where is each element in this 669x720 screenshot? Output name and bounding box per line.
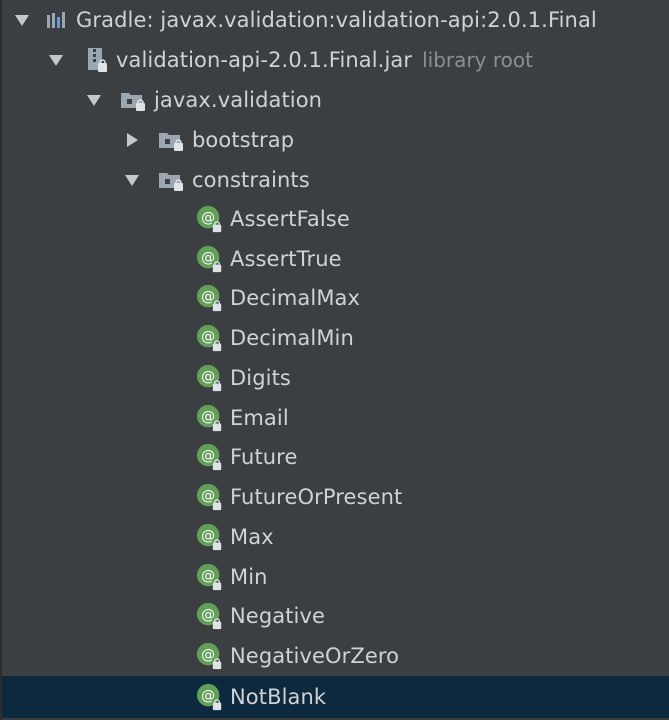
tree-node-label: Negative bbox=[230, 604, 326, 628]
tree-node-label: Digits bbox=[230, 366, 291, 390]
tree-node-annotation[interactable]: @ NegativeOrZero bbox=[2, 636, 669, 676]
annotation-icon: @ bbox=[196, 523, 224, 551]
annotation-icon: @ bbox=[196, 563, 224, 591]
tree-node-annotation[interactable]: @ Max bbox=[2, 517, 669, 557]
tree-node-gradle-library[interactable]: Gradle: javax.validation:validation-api:… bbox=[2, 0, 669, 40]
tree-node-annotation[interactable]: @ Digits bbox=[2, 358, 669, 398]
svg-text:@: @ bbox=[201, 329, 215, 345]
tree-node-annotation[interactable]: @ Future bbox=[2, 437, 669, 477]
svg-text:@: @ bbox=[201, 488, 215, 504]
svg-text:@: @ bbox=[201, 289, 215, 305]
tree-node-label: Min bbox=[230, 565, 268, 589]
tree-node-package-constraints[interactable]: constraints bbox=[2, 160, 669, 200]
tree-node-label: Future bbox=[230, 445, 298, 469]
svg-text:@: @ bbox=[201, 528, 215, 544]
expand-arrow-icon[interactable] bbox=[46, 50, 66, 70]
tree-node-label: Email bbox=[230, 406, 289, 430]
tree-node-annotation[interactable]: @ AssertFalse bbox=[2, 199, 669, 239]
svg-text:@: @ bbox=[201, 568, 215, 584]
annotation-icon: @ bbox=[196, 364, 224, 392]
annotation-icon: @ bbox=[196, 602, 224, 630]
tree-node-annotation-selected[interactable]: @ NotBlank bbox=[2, 676, 669, 718]
annotation-icon: @ bbox=[196, 483, 224, 511]
library-root-hint: library root bbox=[422, 48, 533, 72]
expand-arrow-icon[interactable] bbox=[122, 170, 142, 190]
package-icon bbox=[158, 126, 186, 154]
svg-text:@: @ bbox=[201, 210, 215, 226]
tree-node-annotation[interactable]: @ Negative bbox=[2, 596, 669, 636]
tree-node-package-bootstrap[interactable]: bootstrap bbox=[2, 120, 669, 160]
tree-node-annotation[interactable]: @ FutureOrPresent bbox=[2, 477, 669, 517]
tree-node-jar[interactable]: validation-api-2.0.1.Final.jar library r… bbox=[2, 40, 669, 80]
tree-node-label: DecimalMin bbox=[230, 326, 354, 350]
tree-node-label: Max bbox=[230, 525, 274, 549]
svg-text:@: @ bbox=[201, 607, 215, 623]
svg-text:@: @ bbox=[201, 448, 215, 464]
tree-node-label: NotBlank bbox=[230, 685, 327, 709]
tree-node-annotation[interactable]: @ DecimalMin bbox=[2, 318, 669, 358]
annotation-icon: @ bbox=[196, 245, 224, 273]
annotation-icon: @ bbox=[196, 324, 224, 352]
tree-node-label: bootstrap bbox=[192, 128, 295, 152]
svg-text:@: @ bbox=[201, 647, 215, 663]
svg-text:@: @ bbox=[201, 250, 215, 266]
package-icon bbox=[120, 86, 148, 114]
tree-node-label: DecimalMax bbox=[230, 286, 361, 310]
tree-node-label: Gradle: javax.validation:validation-api:… bbox=[76, 8, 597, 32]
tree-node-label: AssertTrue bbox=[230, 247, 342, 271]
tree-node-label: constraints bbox=[192, 168, 310, 192]
svg-text:@: @ bbox=[201, 688, 215, 704]
tree-node-label: AssertFalse bbox=[230, 207, 350, 231]
annotation-icon: @ bbox=[196, 205, 224, 233]
tree-node-annotation[interactable]: @ Email bbox=[2, 398, 669, 438]
tree-node-label: javax.validation bbox=[154, 88, 323, 112]
annotation-icon: @ bbox=[196, 404, 224, 432]
annotation-icon: @ bbox=[196, 284, 224, 312]
package-icon bbox=[158, 166, 186, 194]
annotation-icon: @ bbox=[196, 683, 224, 711]
tree-node-label: validation-api-2.0.1.Final.jar bbox=[116, 48, 413, 72]
tree-node-annotation[interactable]: @ AssertTrue bbox=[2, 239, 669, 279]
tree-node-label: FutureOrPresent bbox=[230, 485, 403, 509]
annotation-icon: @ bbox=[196, 642, 224, 670]
expand-arrow-icon[interactable] bbox=[84, 90, 104, 110]
annotation-icon: @ bbox=[196, 443, 224, 471]
svg-text:@: @ bbox=[201, 369, 215, 385]
tree-node-package-javax-validation[interactable]: javax.validation bbox=[2, 80, 669, 120]
expand-arrow-icon[interactable] bbox=[12, 10, 32, 30]
jar-icon bbox=[82, 46, 110, 74]
tree-node-annotation[interactable]: @ Min bbox=[2, 557, 669, 597]
tree-node-label: NegativeOrZero bbox=[230, 644, 400, 668]
gradle-library-icon bbox=[42, 6, 70, 34]
svg-text:@: @ bbox=[201, 409, 215, 425]
tree-node-annotation[interactable]: @ DecimalMax bbox=[2, 278, 669, 318]
project-tree: Gradle: javax.validation:validation-api:… bbox=[0, 0, 669, 720]
collapse-arrow-icon[interactable] bbox=[122, 130, 142, 150]
